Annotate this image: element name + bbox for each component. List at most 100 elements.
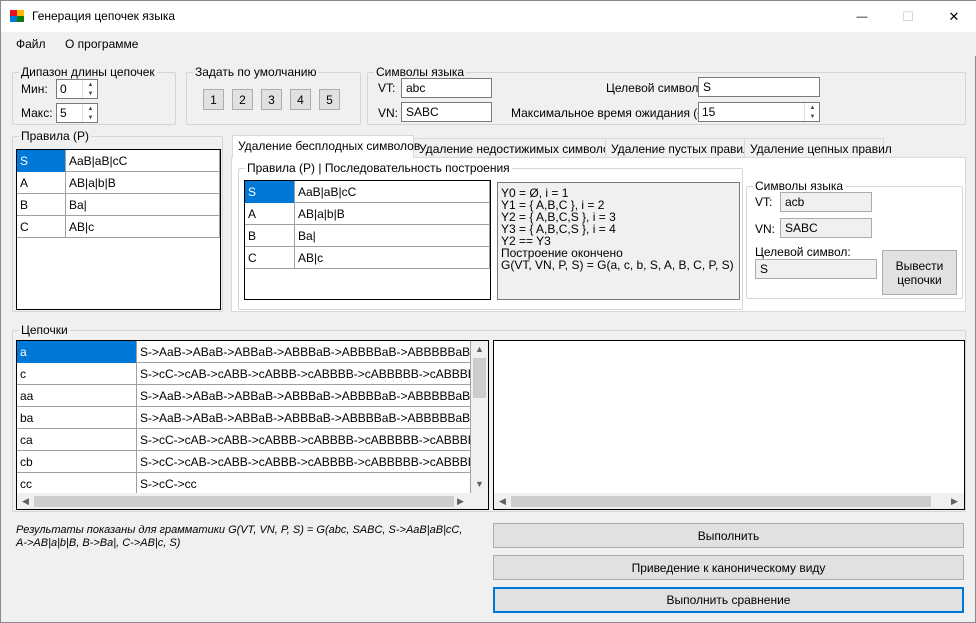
spinner-down-icon[interactable]: ▼ — [83, 89, 98, 98]
tab-rules-grid[interactable]: S AaB|aB|cC A AB|a|b|B B Ba| C AB|c — [244, 180, 491, 300]
spinner-up-icon[interactable]: ▲ — [83, 104, 98, 113]
rule-left-cell[interactable]: C — [245, 247, 295, 269]
table-row[interactable]: a S->AaB->ABaB->ABBaB->ABBBaB->ABBBBaB->… — [17, 341, 471, 363]
chain-word-cell[interactable]: ba — [17, 407, 137, 429]
scroll-down-icon[interactable]: ▼ — [475, 479, 484, 489]
chain-word-cell[interactable]: ca — [17, 429, 137, 451]
maximize-button[interactable]: ☐ — [885, 1, 931, 32]
chain-word-cell[interactable]: cb — [17, 451, 137, 473]
max-length-spinner[interactable]: 5 ▲ ▼ — [56, 103, 98, 123]
table-row[interactable]: aa S->AaB->ABaB->ABBaB->ABBBaB->ABBBBaB-… — [17, 385, 471, 407]
tab-empty-rules[interactable]: Удаление пустых правил — [605, 138, 750, 158]
table-row[interactable]: B Ba| — [17, 194, 220, 216]
table-row[interactable]: ca S->cC->cAB->cABB->cABBB->cABBBB->cABB… — [17, 429, 471, 451]
title-bar: Генерация цепочек языка — ☐ ✕ — [1, 1, 976, 32]
table-row[interactable]: S AaB|aB|cC — [245, 181, 490, 203]
scroll-left-icon[interactable]: ◀ — [499, 496, 506, 507]
rule-right-cell[interactable]: AB|c — [295, 247, 490, 269]
spinner-up-icon[interactable]: ▲ — [805, 103, 820, 112]
rule-left-cell[interactable]: B — [17, 194, 66, 216]
default-2-button[interactable]: 2 — [232, 89, 253, 110]
default-1-button[interactable]: 1 — [203, 89, 224, 110]
construction-log[interactable]: Y0 = Ø, i = 1 Y1 = { A,B,C }, i = 2 Y2 =… — [497, 182, 740, 300]
timeout-label: Максимальное время ожидания (с): — [511, 106, 711, 120]
canonical-form-button[interactable]: Приведение к каноническому виду — [493, 555, 964, 580]
chains-horizontal-scrollbar[interactable]: ◀ ▶ — [17, 493, 488, 509]
rule-right-cell[interactable]: AB|a|b|B — [66, 172, 220, 194]
min-length-value: 0 — [60, 82, 67, 96]
compare-button[interactable]: Выполнить сравнение — [493, 587, 964, 613]
default-3-button[interactable]: 3 — [261, 89, 282, 110]
table-row[interactable]: A AB|a|b|B — [17, 172, 220, 194]
menu-bar: Файл О программе — [1, 32, 976, 56]
rule-right-cell[interactable]: AaB|aB|cC — [295, 181, 490, 203]
tab-useless-symbols[interactable]: Удаление бесплодных символов — [232, 135, 420, 158]
min-length-spinner[interactable]: 0 ▲ ▼ — [56, 79, 98, 99]
rules-grid[interactable]: S AaB|aB|cC A AB|a|b|B B Ba| C AB|c — [16, 149, 221, 310]
spinner-down-icon[interactable]: ▼ — [83, 113, 98, 122]
scroll-right-icon[interactable]: ▶ — [457, 496, 464, 507]
maximize-icon: ☐ — [902, 8, 914, 24]
rule-right-cell[interactable]: AB|c — [66, 216, 220, 238]
chain-word-cell[interactable]: c — [17, 363, 137, 385]
rule-left-cell[interactable]: S — [17, 150, 66, 172]
chains-grid[interactable]: a S->AaB->ABaB->ABBaB->ABBBaB->ABBBBaB->… — [16, 340, 489, 510]
table-row[interactable]: S AaB|aB|cC — [17, 150, 220, 172]
scroll-thumb[interactable] — [34, 496, 454, 507]
minimize-button[interactable]: — — [839, 1, 885, 32]
scroll-right-icon[interactable]: ▶ — [951, 496, 958, 507]
chains-detail-panel[interactable]: ◀ ▶ — [493, 340, 965, 510]
chain-derivation-cell[interactable]: S->AaB->ABaB->ABBaB->ABBBaB->ABBBBaB->AB… — [137, 385, 471, 407]
rule-left-cell[interactable]: A — [245, 203, 295, 225]
chain-derivation-cell[interactable]: S->AaB->ABaB->ABBaB->ABBBaB->ABBBBaB->AB… — [137, 341, 471, 363]
timeout-value: 15 — [702, 105, 716, 119]
rule-right-cell[interactable]: AB|a|b|B — [295, 203, 490, 225]
close-button[interactable]: ✕ — [931, 1, 976, 32]
table-row[interactable]: cb S->cC->cAB->cABB->cABBB->cABBBB->cABB… — [17, 451, 471, 473]
table-row[interactable]: cc S->cC->cc — [17, 473, 471, 495]
table-row[interactable]: B Ba| — [245, 225, 490, 247]
rule-left-cell[interactable]: B — [245, 225, 295, 247]
chain-word-cell[interactable]: cc — [17, 473, 137, 495]
menu-about[interactable]: О программе — [65, 37, 138, 51]
chain-word-cell[interactable]: aa — [17, 385, 137, 407]
chain-derivation-cell[interactable]: S->cC->cc — [137, 473, 471, 495]
table-row[interactable]: C AB|c — [17, 216, 220, 238]
chains-vertical-scrollbar[interactable]: ▲ ▼ — [471, 341, 488, 493]
rule-left-cell[interactable]: S — [245, 181, 295, 203]
chain-derivation-cell[interactable]: S->AaB->ABaB->ABBaB->ABBBaB->ABBBBaB->AB… — [137, 407, 471, 429]
tab-chain-rules[interactable]: Удаление цепных правил — [744, 138, 892, 158]
rule-left-cell[interactable]: A — [17, 172, 66, 194]
language-symbols-title: Символы языка — [374, 65, 467, 79]
chain-derivation-cell[interactable]: S->cC->cAB->cABB->cABBB->cABBBB->cABBBBB… — [137, 451, 471, 473]
output-chains-button[interactable]: Вывести цепочки — [882, 250, 957, 295]
chain-derivation-cell[interactable]: S->cC->cAB->cABB->cABBB->cABBBB->cABBBBB… — [137, 429, 471, 451]
rule-right-cell[interactable]: Ba| — [66, 194, 220, 216]
scroll-left-icon[interactable]: ◀ — [22, 496, 29, 507]
tab-unreachable-symbols[interactable]: Удаление недостижимых символов — [413, 138, 616, 158]
scroll-thumb[interactable] — [511, 496, 931, 507]
scroll-thumb[interactable] — [473, 358, 486, 398]
rule-right-cell[interactable]: AaB|aB|cC — [66, 150, 220, 172]
default-4-button[interactable]: 4 — [290, 89, 311, 110]
execute-button[interactable]: Выполнить — [493, 523, 964, 548]
table-row[interactable]: c S->cC->cAB->cABB->cABBB->cABBBB->cABBB… — [17, 363, 471, 385]
rule-right-cell[interactable]: Ba| — [295, 225, 490, 247]
target-symbol-input[interactable]: S — [698, 77, 820, 97]
detail-horizontal-scrollbar[interactable]: ◀ ▶ — [494, 493, 964, 509]
scroll-up-icon[interactable]: ▲ — [475, 344, 484, 354]
table-row[interactable]: ba S->AaB->ABaB->ABBaB->ABBBaB->ABBBBaB-… — [17, 407, 471, 429]
spinner-down-icon[interactable]: ▼ — [805, 112, 820, 121]
menu-file[interactable]: Файл — [16, 37, 46, 51]
vn-input[interactable]: SABC — [401, 102, 492, 122]
rule-left-cell[interactable]: C — [17, 216, 66, 238]
table-row[interactable]: C AB|c — [245, 247, 490, 269]
chain-word-cell[interactable]: a — [17, 341, 137, 363]
chain-derivation-cell[interactable]: S->cC->cAB->cABB->cABBB->cABBBB->cABBBBB… — [137, 363, 471, 385]
timeout-spinner[interactable]: 15 ▲ ▼ — [698, 102, 820, 122]
spinner-up-icon[interactable]: ▲ — [83, 80, 98, 89]
table-row[interactable]: A AB|a|b|B — [245, 203, 490, 225]
rules-title: Правила (P) — [19, 129, 92, 143]
default-5-button[interactable]: 5 — [319, 89, 340, 110]
vt-input[interactable]: abc — [401, 78, 492, 98]
